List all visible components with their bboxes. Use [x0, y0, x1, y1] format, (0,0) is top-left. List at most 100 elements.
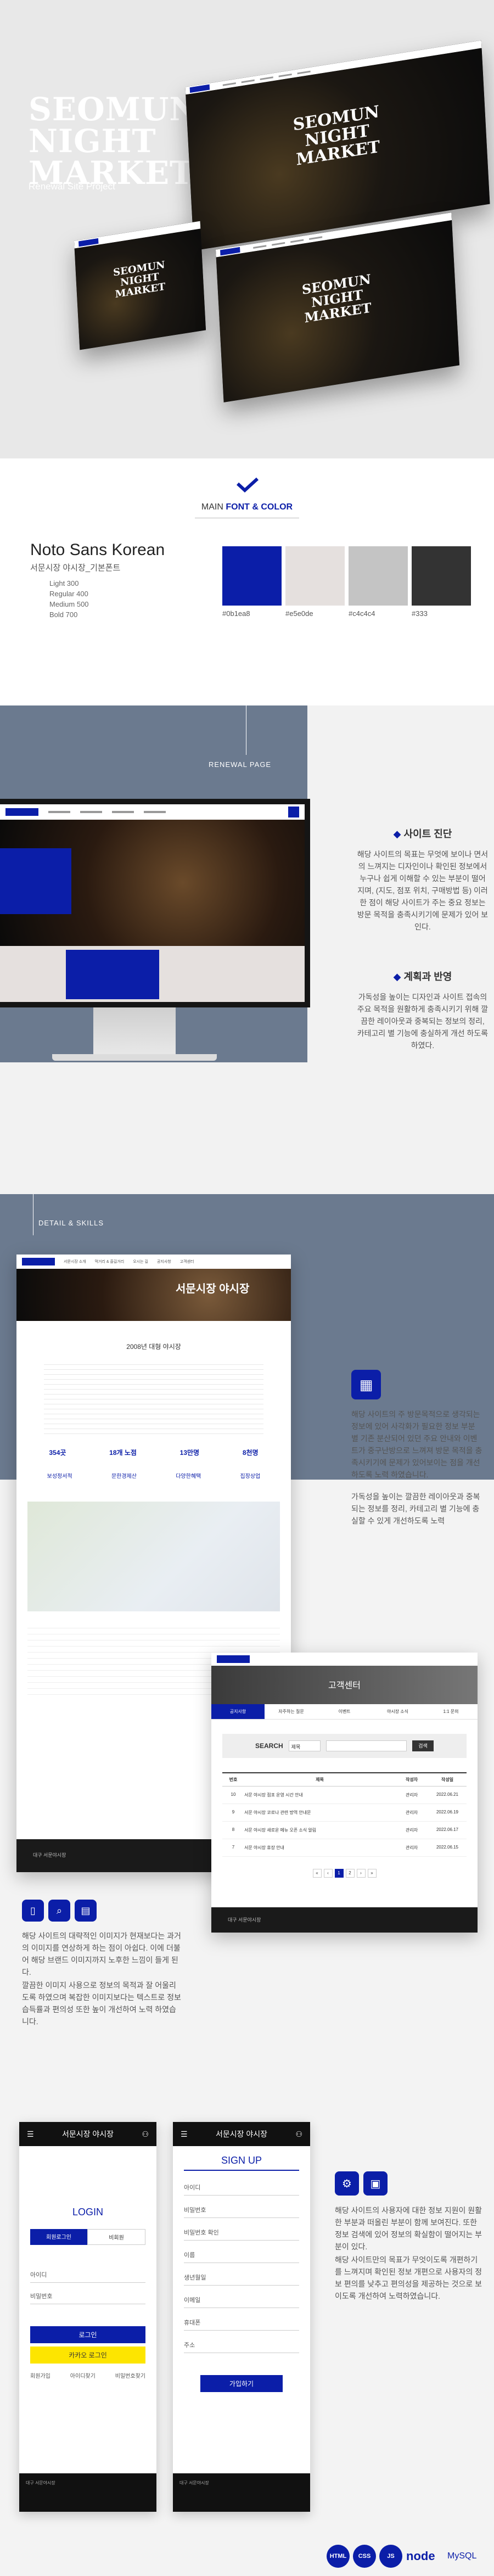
mobile-header-title: 서문시장 야시장 [61, 2130, 114, 2138]
mobile-icon: ▯ [22, 1900, 44, 1922]
category-4[interactable]: 집장상업 [240, 1471, 261, 1480]
font-color-section: MAIN FONT & COLOR Noto Sans Korean 서문시장 … [0, 458, 494, 705]
swatch-gray-label: #c4c4c4 [349, 609, 375, 618]
map-area[interactable] [27, 1502, 280, 1611]
javascript-icon: JS [379, 2545, 402, 2568]
menu-icon[interactable]: ☰ [181, 2130, 188, 2139]
weight-light: Light 300 [49, 579, 79, 587]
hero-section: SEOMUN NIGHT MARKET Renewal Site Project… [0, 0, 494, 458]
link-find-password[interactable]: 비밀번호찾기 [115, 2371, 145, 2379]
signup-field-address[interactable]: 주소 [184, 2337, 299, 2353]
image-icon: ▣ [363, 2171, 388, 2196]
kakao-login-button[interactable]: 카카오 로그인 [30, 2347, 145, 2364]
hero-title-line-1: SEOMUN [29, 91, 199, 128]
nav-item[interactable]: 먹거리 & 즐길거리 [95, 1259, 125, 1264]
signup-field-birth[interactable]: 생년월일 [184, 2270, 299, 2286]
search-label: SEARCH [255, 1742, 283, 1750]
id-field[interactable]: 아이디 [30, 2267, 145, 2283]
customer-title: 고객센터 [211, 1666, 478, 1704]
tab-notice[interactable]: 공지사항 [211, 1704, 265, 1719]
swatch-gray [349, 546, 408, 606]
link-find-id[interactable]: 아이디찾기 [70, 2371, 96, 2379]
hero-subtitle: Renewal Site Project [29, 181, 115, 192]
tab-event[interactable]: 이벤트 [318, 1704, 371, 1719]
mysql-icon: MySQL [447, 2551, 477, 2561]
feature-1-text: 해당 사이트의 목표는 무엇에 보이나 면서의 느껴지는 디자인이나 확인된 정… [357, 850, 489, 931]
signup-field-id[interactable]: 아이디 [184, 2180, 299, 2196]
nav-item[interactable]: 고객센터 [180, 1259, 194, 1264]
stat-1: 354곳 [49, 1449, 66, 1457]
pagination: « ‹ 1 2 › » [211, 1869, 478, 1878]
user-icon[interactable]: ⚇ [142, 2130, 149, 2139]
layout-icon: ▦ [351, 1370, 381, 1399]
renewal-label: RENEWAL PAGE [209, 760, 272, 769]
category-3[interactable]: 다양한혜택 [176, 1471, 201, 1480]
tab-guest[interactable]: 비회원 [87, 2229, 145, 2245]
font-caption: 서문시장 야시장_기본폰트 [30, 563, 121, 573]
mobile-text-1: 해당 사이트의 사용자에 대한 정보 지원이 원활한 부분과 떠올린 부분이 함… [335, 2206, 482, 2251]
tab-news[interactable]: 야시장 소식 [371, 1704, 424, 1719]
stat-3: 13만명 [179, 1449, 200, 1457]
font-name: Noto Sans Korean [30, 541, 165, 559]
search-button[interactable]: 검색 [412, 1740, 434, 1751]
page-banner-title: 서문시장 야시장 [176, 1283, 250, 1295]
tab-member-login[interactable]: 회원로그인 [30, 2229, 87, 2245]
search-input[interactable] [326, 1740, 407, 1751]
hero-title-line-2: NIGHT [29, 122, 156, 160]
font-weights: Light 300 Regular 400 Medium 500 Bold 70… [49, 578, 89, 620]
weight-medium: Medium 500 [49, 600, 89, 608]
detail-section: DETAIL & SKILLS 서문시장 소개 먹거리 & 즐길거리 오시는 길… [0, 1194, 494, 2111]
table-row[interactable]: 8 서문 야시장 새로운 메뉴 오픈 소식 알림 관리자 2022.06.17 [222, 1822, 467, 1839]
feature-1-title: ◆ 사이트 진단 [393, 828, 452, 839]
swatch-dark [412, 546, 471, 606]
intro-heading: 2008년 대형 야시장 [126, 1343, 181, 1351]
table-row[interactable]: 9 서문 야시장 코로나 관련 방역 안내문 관리자 2022.06.19 [222, 1804, 467, 1822]
link-signup[interactable]: 회원가입 [30, 2371, 50, 2379]
table-row[interactable]: 10 서문 야시장 점포 운영 시간 안내 관리자 2022.06.21 [222, 1787, 467, 1804]
page-last[interactable]: » [367, 1869, 377, 1878]
mobile-login-screen: ☰ 서문시장 야시장 ⚇ LOGIN 회원로그인 비회원 아이디 비밀번호 로그인 … [19, 2122, 156, 2512]
tab-inquiry[interactable]: 1:1 문의 [424, 1704, 478, 1719]
signup-field-name[interactable]: 이름 [184, 2247, 299, 2263]
signup-field-phone[interactable]: 휴대폰 [184, 2315, 299, 2331]
swatch-beige [285, 546, 345, 606]
swatch-beige-label: #e5e0de [285, 609, 313, 618]
signup-title: SIGN UP [184, 2155, 299, 2171]
tab-faq[interactable]: 자주하는 질문 [265, 1704, 318, 1719]
signup-field-password[interactable]: 비밀번호 [184, 2202, 299, 2218]
feature-2-title: ◆ 계획과 반영 [393, 971, 452, 982]
user-icon[interactable]: ⚇ [295, 2130, 302, 2139]
signup-field-password-confirm[interactable]: 비밀번호 확인 [184, 2225, 299, 2241]
swatch-dark-label: #333 [412, 609, 428, 618]
menu-icon[interactable]: ☰ [27, 2130, 34, 2139]
signup-button[interactable]: 가입하기 [200, 2375, 283, 2392]
mobile-text-2: 해당 사이트만의 목표가 무엇이도록 개편하기를 느껴지며 확인된 정보 개편으… [335, 2255, 482, 2300]
page-next[interactable]: › [356, 1869, 366, 1878]
nav-item[interactable]: 공지사항 [157, 1259, 171, 1264]
customer-footer: 대구 서문야시장 [211, 1907, 478, 1933]
weight-regular: Regular 400 [49, 590, 88, 598]
page-2[interactable]: 2 [345, 1869, 355, 1878]
nav-item[interactable]: 오시는 길 [133, 1259, 148, 1264]
detail-right-text-1: 해당 사이트의 주 방문목적으로 생각되는 정보에 있어 사각화가 필요한 정보… [351, 1410, 482, 1479]
detail-left-text-2: 깔끔한 이미지 사용으로 정보의 목적과 잘 어울리도록 하였으며 복잡한 이미… [22, 1981, 181, 2026]
password-field[interactable]: 비밀번호 [30, 2288, 145, 2304]
category-2[interactable]: 문한경제산 [111, 1471, 137, 1480]
search-icon: ⌕ [48, 1900, 70, 1922]
table-row[interactable]: 7 서문 야시장 휴장 안내 관리자 2022.06.15 [222, 1839, 467, 1857]
signup-field-email[interactable]: 이메일 [184, 2292, 299, 2308]
detail-label: DETAIL & SKILLS [38, 1219, 104, 1227]
search-select[interactable]: 제목 [288, 1740, 321, 1751]
page-1[interactable]: 1 [334, 1869, 344, 1878]
nodejs-icon: node [406, 2549, 435, 2563]
stat-2: 18개 노점 [109, 1449, 137, 1457]
nav-item[interactable]: 서문시장 소개 [64, 1259, 86, 1264]
category-1[interactable]: 보성정서적 [47, 1471, 72, 1480]
page-first[interactable]: « [312, 1869, 322, 1878]
page-prev[interactable]: ‹ [323, 1869, 333, 1878]
stat-4: 8천명 [242, 1449, 259, 1457]
mobile-login-footer: 대구 서문야시장 [19, 2473, 156, 2512]
login-button[interactable]: 로그인 [30, 2326, 145, 2343]
monitor-mockup [0, 799, 313, 1084]
weight-bold: Bold 700 [49, 611, 78, 619]
